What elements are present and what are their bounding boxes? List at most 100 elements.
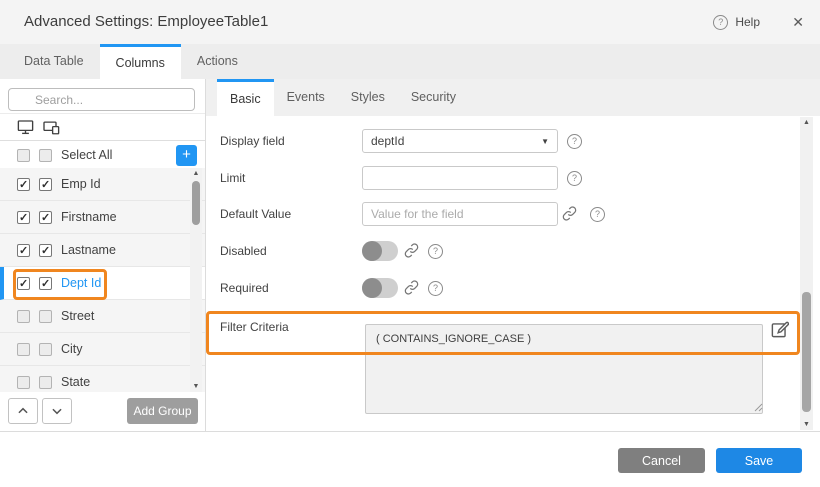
column-list: Emp Id Firstname Lastname Dept Id Street	[0, 168, 205, 392]
mobile-checkbox[interactable]	[39, 244, 52, 257]
help-button[interactable]: ? Help	[713, 0, 760, 44]
tab-styles[interactable]: Styles	[338, 79, 398, 116]
help-icon: ?	[713, 15, 728, 30]
column-label: City	[61, 342, 83, 356]
filter-criteria-row: Filter Criteria ( CONTAINS_IGNORE_CASE )	[206, 311, 814, 414]
advanced-settings-dialog: Advanced Settings: EmployeeTable1 ? Help…	[0, 0, 820, 487]
default-value-label: Default Value	[220, 202, 291, 226]
help-circle-icon[interactable]: ?	[567, 171, 582, 186]
help-label: Help	[735, 15, 760, 29]
column-row-lastname[interactable]: Lastname	[0, 234, 205, 267]
cancel-button[interactable]: Cancel	[618, 448, 705, 473]
tab-actions[interactable]: Actions	[181, 44, 254, 79]
column-label: Dept Id	[61, 276, 101, 290]
bind-link-icon[interactable]	[404, 243, 419, 258]
column-label: State	[61, 375, 90, 389]
column-label: Firstname	[61, 210, 117, 224]
web-checkbox[interactable]	[17, 244, 30, 257]
default-value-input[interactable]	[362, 202, 558, 226]
mobile-checkbox[interactable]	[39, 178, 52, 191]
scroll-up-icon[interactable]: ▲	[190, 170, 202, 177]
web-checkbox[interactable]	[17, 277, 30, 290]
help-circle-icon[interactable]: ?	[590, 207, 605, 222]
required-row: Required ?	[206, 278, 814, 298]
mobile-devices-icon[interactable]	[42, 118, 61, 136]
scrollbar-thumb[interactable]	[192, 181, 200, 225]
mobile-checkbox[interactable]	[39, 376, 52, 389]
disabled-row: Disabled ?	[206, 241, 814, 261]
filter-criteria-label: Filter Criteria	[220, 320, 289, 334]
select-all-web-checkbox[interactable]	[17, 149, 30, 162]
web-checkbox[interactable]	[17, 310, 30, 323]
web-checkbox[interactable]	[17, 211, 30, 224]
toggle-knob	[362, 278, 382, 298]
column-label: Emp Id	[61, 177, 101, 191]
save-button[interactable]: Save	[716, 448, 802, 473]
scrollbar-thumb[interactable]	[802, 292, 811, 412]
column-row-state[interactable]: State	[0, 366, 205, 392]
scroll-up-icon[interactable]: ▲	[800, 119, 813, 126]
web-checkbox[interactable]	[17, 178, 30, 191]
column-row-firstname[interactable]: Firstname	[0, 201, 205, 234]
help-circle-icon[interactable]: ?	[428, 281, 443, 296]
display-field-select[interactable]: deptId ▼	[362, 129, 558, 153]
toggle-knob	[362, 241, 382, 261]
tab-basic[interactable]: Basic	[217, 79, 274, 116]
column-row-street[interactable]: Street	[0, 300, 205, 333]
resize-grip-icon[interactable]	[753, 402, 763, 412]
bind-link-icon[interactable]	[562, 206, 577, 221]
required-label: Required	[220, 278, 269, 298]
web-checkbox[interactable]	[17, 376, 30, 389]
disabled-toggle[interactable]	[362, 241, 398, 261]
help-circle-icon[interactable]: ?	[428, 244, 443, 259]
move-down-button[interactable]	[42, 398, 72, 424]
sidebar-footer: Add Group	[0, 398, 205, 431]
main-tab-bar: Data Table Columns Actions	[0, 44, 820, 79]
disabled-label: Disabled	[220, 241, 267, 261]
scroll-down-icon[interactable]: ▼	[190, 383, 202, 390]
scroll-down-icon[interactable]: ▼	[800, 421, 813, 428]
mobile-checkbox[interactable]	[39, 277, 52, 290]
dialog-title: Advanced Settings: EmployeeTable1	[24, 0, 268, 44]
add-group-button[interactable]: Add Group	[127, 398, 198, 424]
limit-input[interactable]	[362, 166, 558, 190]
mobile-checkbox[interactable]	[39, 343, 52, 356]
tab-security[interactable]: Security	[398, 79, 469, 116]
panel-scrollbar[interactable]: ▲ ▼	[800, 117, 813, 430]
help-circle-icon[interactable]: ?	[567, 134, 582, 149]
column-row-emp-id[interactable]: Emp Id	[0, 168, 205, 201]
device-toggle-row	[0, 113, 205, 141]
bind-link-icon[interactable]	[404, 280, 419, 295]
required-toggle[interactable]	[362, 278, 398, 298]
mobile-checkbox[interactable]	[39, 310, 52, 323]
detail-tab-bar: Basic Events Styles Security	[206, 79, 820, 116]
select-all-row: Select All	[0, 142, 205, 169]
mobile-checkbox[interactable]	[39, 211, 52, 224]
dialog-footer: Cancel Save	[0, 431, 820, 487]
tab-events[interactable]: Events	[274, 79, 338, 116]
columns-sidebar: Select All + Emp Id Firstname Lastname	[0, 79, 206, 431]
display-field-label: Display field	[220, 129, 285, 153]
column-row-dept-id[interactable]: Dept Id	[0, 267, 205, 300]
chevron-up-icon	[16, 404, 30, 418]
column-label: Lastname	[61, 243, 116, 257]
search-input[interactable]	[8, 88, 195, 111]
column-list-scrollbar[interactable]: ▲ ▼	[190, 168, 202, 392]
close-icon[interactable]: ✕	[792, 0, 804, 44]
limit-row: Limit ?	[206, 166, 814, 190]
tab-columns[interactable]: Columns	[100, 44, 181, 79]
dialog-header: Advanced Settings: EmployeeTable1 ? Help…	[0, 0, 820, 44]
column-label: Street	[61, 309, 94, 323]
edit-icon[interactable]	[770, 320, 789, 339]
display-field-value: deptId	[371, 134, 404, 148]
select-all-mobile-checkbox[interactable]	[39, 149, 52, 162]
move-up-button[interactable]	[8, 398, 38, 424]
add-column-button[interactable]: +	[176, 145, 197, 166]
column-row-city[interactable]: City	[0, 333, 205, 366]
filter-criteria-textarea[interactable]: ( CONTAINS_IGNORE_CASE )	[365, 324, 763, 414]
chevron-down-icon	[50, 404, 64, 418]
tab-data-table[interactable]: Data Table	[8, 44, 100, 79]
web-checkbox[interactable]	[17, 343, 30, 356]
desktop-icon[interactable]	[16, 118, 35, 136]
default-value-row: Default Value ?	[206, 202, 814, 226]
